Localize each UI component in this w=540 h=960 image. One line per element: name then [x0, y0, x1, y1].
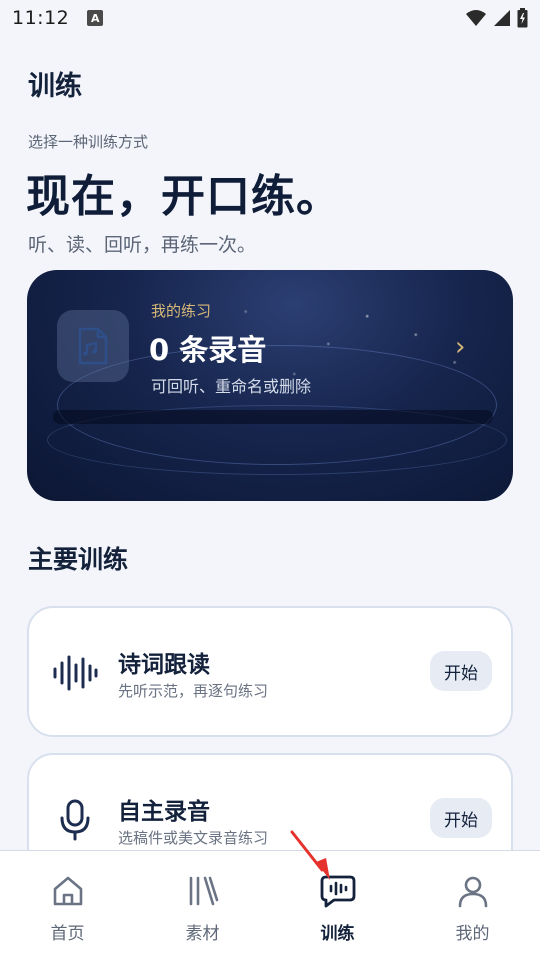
books-icon — [185, 873, 221, 909]
microphone-icon — [51, 797, 99, 843]
recording-file-icon — [57, 310, 129, 382]
my-practice-card[interactable]: 我的练习 0 条录音 可回听、重命名或删除 › — [27, 270, 513, 501]
waveform-icon — [51, 650, 99, 696]
training-title: 诗词跟读 — [118, 652, 210, 678]
status-time: 11:12 — [12, 7, 70, 29]
home-icon — [50, 873, 86, 909]
nav-label: 首页 — [50, 924, 85, 944]
page-headline: 现在，开口练。 — [26, 171, 341, 222]
training-description: 选稿件或美文录音练习 — [118, 829, 269, 847]
bottom-navigation: 首页 素材 训练 我的 — [0, 850, 540, 960]
my-practice-label: 我的练习 — [151, 302, 212, 320]
status-bar: 11:12 A — [0, 0, 540, 36]
annotation-arrow-icon — [290, 830, 330, 880]
nav-item-profile[interactable]: 我的 — [405, 851, 540, 960]
page-tagline: 听、读、回听，再练一次。 — [28, 234, 257, 256]
training-card-poetry[interactable]: 诗词跟读 先听示范，再逐句练习 开始 — [27, 606, 513, 737]
start-poetry-button[interactable]: 开始 — [430, 651, 492, 691]
start-recording-button[interactable]: 开始 — [430, 798, 492, 838]
my-practice-description: 可回听、重命名或删除 — [151, 377, 312, 396]
page-subtitle: 选择一种训练方式 — [28, 133, 149, 151]
person-icon — [455, 873, 491, 909]
nav-label: 我的 — [455, 924, 490, 944]
nav-item-materials[interactable]: 素材 — [135, 851, 270, 960]
card-background-band — [53, 410, 493, 424]
nav-label: 训练 — [320, 924, 355, 944]
status-icons — [465, 8, 528, 28]
section-title: 主要训练 — [28, 545, 129, 574]
page-title: 训练 — [28, 71, 82, 102]
training-title: 自主录音 — [118, 799, 210, 825]
accessibility-notification-icon: A — [87, 10, 104, 26]
battery-icon — [517, 8, 528, 28]
recording-count: 0 条录音 — [149, 333, 267, 367]
nav-item-home[interactable]: 首页 — [0, 851, 135, 960]
training-description: 先听示范，再逐句练习 — [118, 682, 269, 700]
signal-icon — [494, 10, 510, 26]
nav-label: 素材 — [185, 924, 220, 944]
chevron-right-icon[interactable]: › — [455, 332, 465, 362]
wifi-icon — [466, 10, 486, 26]
file-audio-icon — [78, 327, 108, 365]
